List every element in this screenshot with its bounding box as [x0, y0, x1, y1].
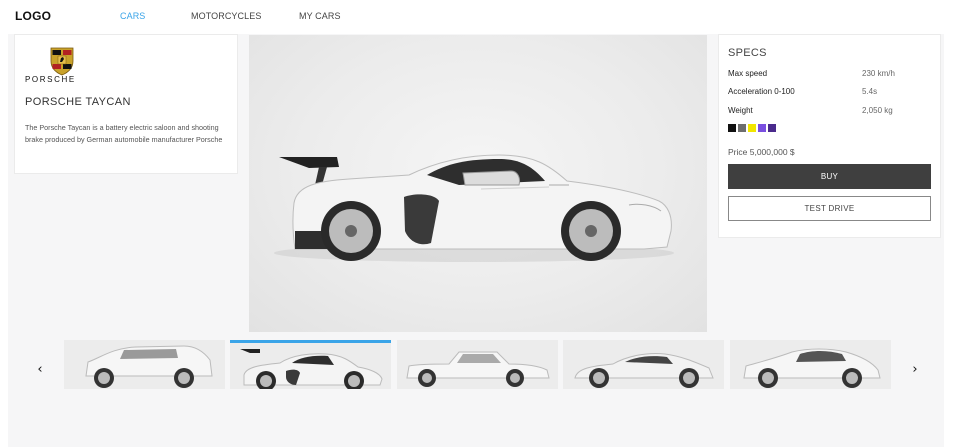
- color-swatch[interactable]: [748, 124, 756, 132]
- car-title: PORSCHE TAYCAN: [25, 96, 131, 108]
- price-label: Price 5,000,000 $: [728, 147, 795, 157]
- car-description: The Porsche Taycan is a battery electric…: [25, 123, 223, 144]
- spec-label: Acceleration 0-100: [728, 87, 795, 96]
- spec-value: 5.4s: [862, 87, 878, 96]
- site-logo[interactable]: LOGO: [15, 9, 51, 23]
- race-car-illustration: [274, 154, 674, 262]
- porsche-crest-icon: [50, 47, 74, 76]
- color-swatch[interactable]: [728, 124, 736, 132]
- thumbnail-suv[interactable]: [64, 340, 225, 389]
- color-swatch[interactable]: [738, 124, 746, 132]
- thumbnail-sports-coupe[interactable]: [563, 340, 724, 389]
- spec-label: Weight: [728, 106, 753, 115]
- chevron-left-icon[interactable]: ‹: [33, 362, 47, 378]
- nav-my-cars[interactable]: MY CARS: [299, 11, 341, 21]
- race-car-thumbnail-illustration: [240, 349, 383, 389]
- thumbnail-crossover[interactable]: [730, 340, 891, 389]
- crossover-thumbnail-illustration: [743, 348, 881, 388]
- top-header: LOGO CARS MOTORCYCLES MY CARS: [0, 0, 954, 34]
- buy-button[interactable]: BUY: [728, 164, 931, 189]
- nav-motorcycles[interactable]: MOTORCYCLES: [191, 11, 261, 21]
- car-info-card: PORSCHE PORSCHE TAYCAN The Porsche Tayca…: [14, 34, 238, 174]
- specs-title: SPECS: [728, 47, 767, 59]
- classic-sedan-thumbnail-illustration: [406, 351, 550, 387]
- nav-cars[interactable]: CARS: [120, 11, 145, 21]
- color-swatch[interactable]: [758, 124, 766, 132]
- spec-value: 2,050 kg: [862, 106, 893, 115]
- thumbnail-race-car[interactable]: [230, 340, 391, 389]
- test-drive-button[interactable]: TEST DRIVE: [728, 196, 931, 221]
- chevron-right-icon[interactable]: ›: [908, 362, 922, 378]
- hero-car-image: [249, 35, 707, 332]
- specs-card: SPECS Max speed 230 km/h Acceleration 0-…: [718, 34, 941, 238]
- thumbnail-classic-sedan[interactable]: [397, 340, 558, 389]
- color-swatch[interactable]: [768, 124, 776, 132]
- sports-coupe-thumbnail-illustration: [574, 353, 714, 388]
- suv-thumbnail-illustration: [85, 345, 213, 388]
- spec-label: Max speed: [728, 69, 768, 78]
- brand-wordmark: PORSCHE: [25, 75, 76, 84]
- spec-value: 230 km/h: [862, 69, 895, 78]
